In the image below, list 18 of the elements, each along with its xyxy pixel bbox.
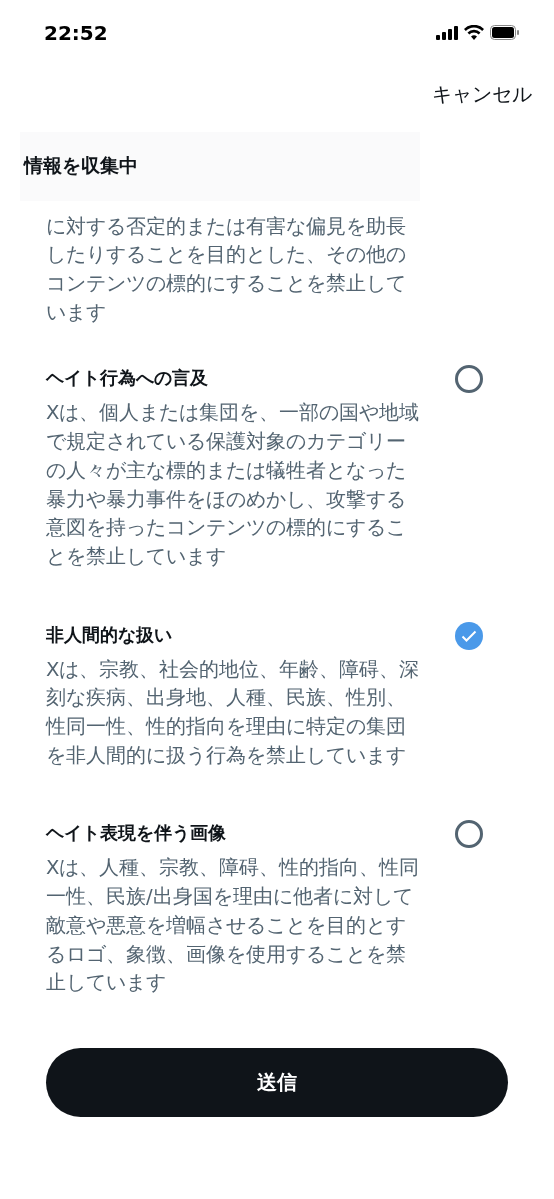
radio-button[interactable] (455, 820, 483, 849)
submit-button[interactable]: 送信 (46, 1048, 508, 1117)
radio-button[interactable] (455, 621, 483, 650)
option-description: に対する否定的または有害な偏見を助長したりすることを目的とした、その他のコンテンツの標的にすることを禁止しています (46, 213, 407, 326)
cancel-button[interactable]: キャンセル (432, 79, 532, 110)
option-description: Xは、個人または集団を、一部の国や地域で規定されている保護対象のカテゴリーの人々が主な標的または犠牲者となった暴力や暴力事件をほのめかし、攻撃する意図を持ったコンテンツの標的にすることを禁止しています (46, 400, 421, 570)
radio-button[interactable] (455, 365, 483, 394)
option-title: ヘイト行為への言及 (46, 366, 209, 391)
status-time: 22:52 (44, 20, 108, 45)
option-title: 非人間的な扱い (46, 622, 173, 647)
option-description: Xは、人種、宗教、障碍、性的指向、性同一性、民族/出身国を理由に他者に対して敵意や悪意を増幅させることを目的とするロゴ、象徴、画像を使用することを禁止しています (46, 855, 421, 997)
option-title: ヘイト表現を伴う画像 (46, 821, 227, 846)
battery-icon (490, 25, 520, 41)
option-description: Xは、宗教、社会的地位、年齢、障碍、深刻な疾病、出身地、人種、民族、性別、性同一性、性的指向を理由に特定の集団を非人間的に扱う行為を禁止しています (46, 656, 421, 769)
wifi-icon (464, 25, 484, 41)
signal-icon (436, 25, 458, 40)
check-icon (461, 629, 477, 642)
header-title: 情報を収集中 (24, 153, 138, 179)
